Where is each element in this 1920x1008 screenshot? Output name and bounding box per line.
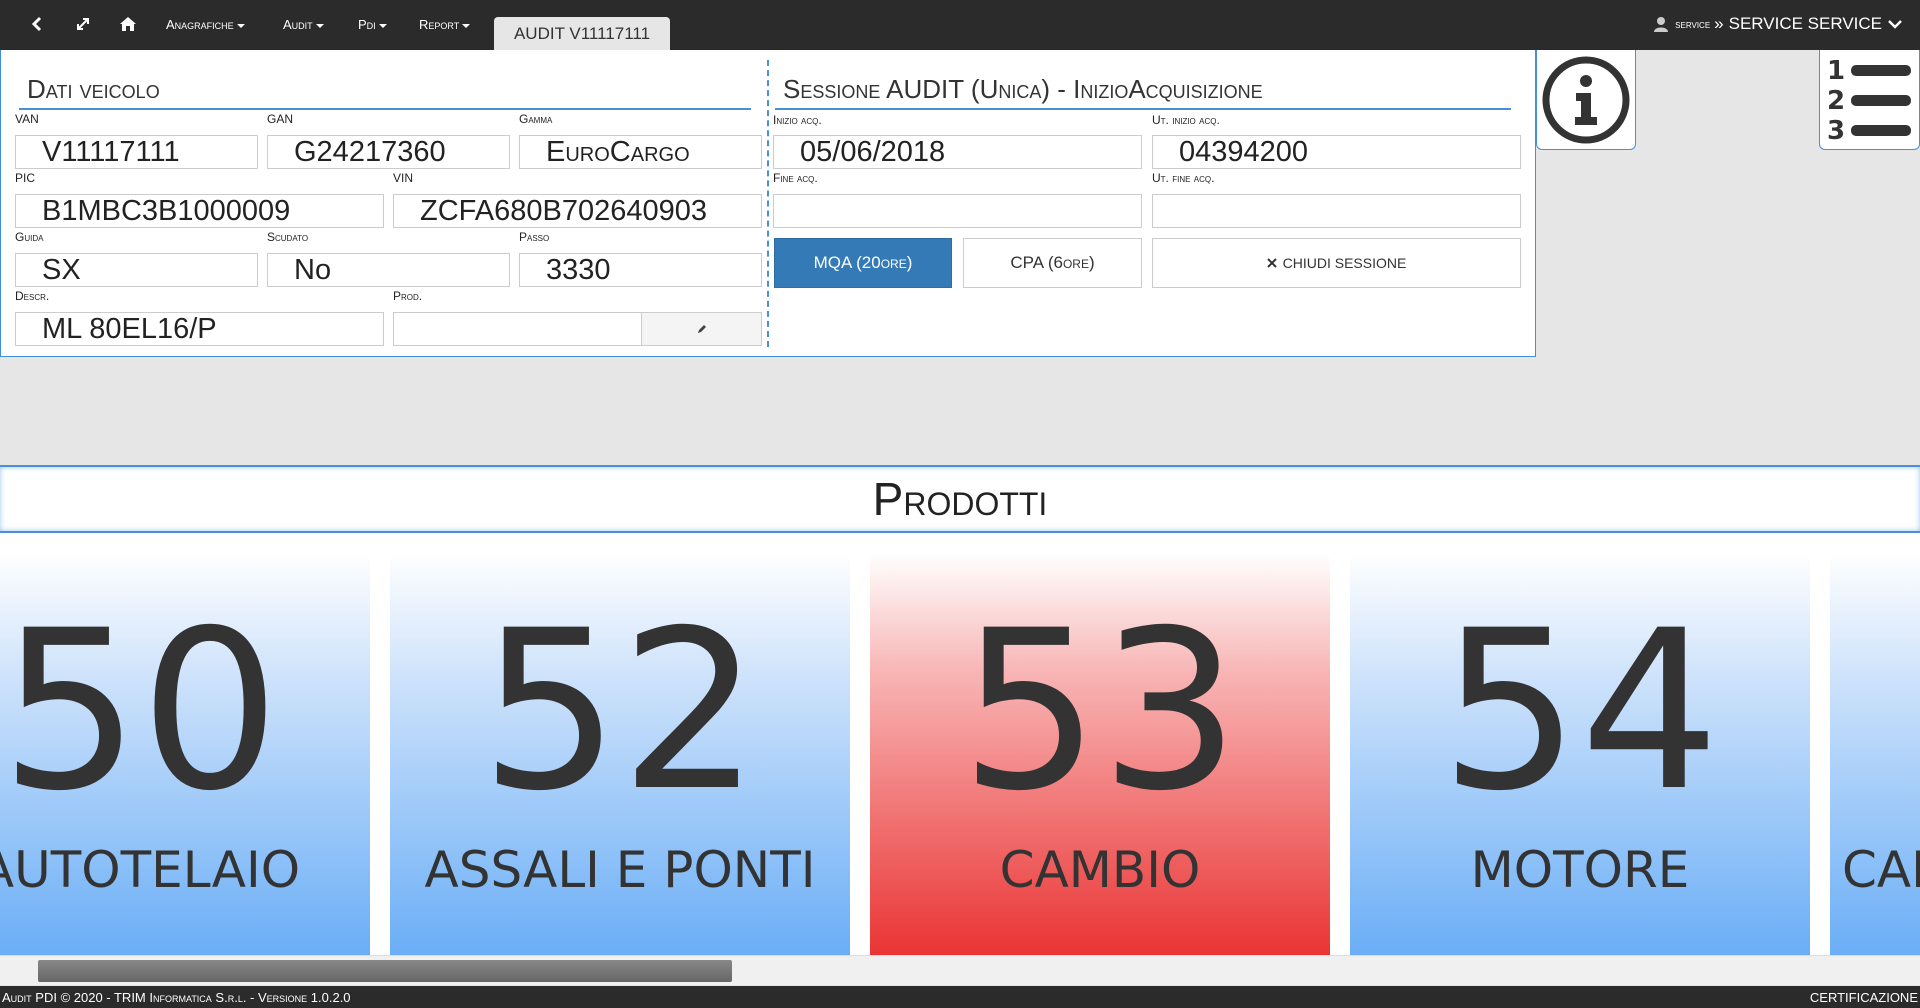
vehicle-session-panel: Dati veicolo VAN V11117111 GAN G24217360…	[0, 50, 1536, 357]
passo-field[interactable]: 3330	[519, 253, 762, 287]
horizontal-scrollbar[interactable]	[0, 955, 1920, 985]
gamma-label: Gamma	[519, 112, 553, 126]
caret-down-icon	[378, 23, 387, 28]
fine-label: Fine acq.	[773, 171, 818, 185]
product-card-53[interactable]: 53 CAMBIO	[870, 553, 1330, 955]
home-icon[interactable]	[117, 13, 139, 35]
scrollbar-thumb[interactable]	[38, 960, 732, 982]
mqa-button[interactable]: MQA (20 ore)	[774, 238, 952, 288]
svg-text:3: 3	[1827, 116, 1845, 145]
product-card-52[interactable]: 52 ASSALI E PONTI	[390, 553, 850, 955]
scudato-label: Scudato	[267, 230, 309, 244]
cpa-unit: ore)	[1062, 253, 1095, 272]
user-icon	[1654, 17, 1669, 32]
cpa-label: CPA (6	[1010, 253, 1063, 272]
numbered-list-button[interactable]: 1 2 3	[1819, 50, 1920, 150]
footer-certification: CERTIFICAZIONE	[1809, 989, 1918, 1005]
product-code: 54	[1440, 583, 1720, 839]
menu-report[interactable]: Report	[419, 17, 471, 32]
ut-fine-label: Ut. fine acq.	[1152, 171, 1215, 185]
mqa-unit: ore)	[880, 253, 913, 272]
product-card-54[interactable]: 54 MOTORE	[1350, 553, 1810, 955]
ut-fine-field[interactable]	[1152, 194, 1521, 228]
footer-copyright: Audit PDI © 2020 - TRIM Informatica S.r.…	[2, 989, 351, 1005]
gan-field[interactable]: G24217360	[267, 135, 510, 169]
passo-label: Passo	[519, 230, 550, 244]
back-icon[interactable]	[26, 13, 48, 35]
ut-inizio-field[interactable]: 04394200	[1152, 135, 1521, 169]
gamma-field[interactable]: EuroCargo	[519, 135, 762, 169]
mqa-label: MQA (20	[813, 253, 881, 272]
pencil-icon	[697, 325, 706, 333]
product-card-50[interactable]: 50 AUTOTELAIO	[0, 553, 370, 955]
ut-inizio-label: Ut. inizio acq.	[1152, 113, 1220, 127]
prod-field[interactable]	[393, 312, 642, 346]
menu-label: Pdi	[358, 17, 376, 32]
products-title: Prodotti	[0, 465, 1920, 533]
footer: Audit PDI © 2020 - TRIM Informatica S.r.…	[0, 986, 1920, 1008]
product-code: 50	[0, 583, 280, 839]
cpa-button[interactable]: CPA (6 ore)	[963, 238, 1142, 288]
guida-label: Guida	[15, 230, 44, 244]
inizio-field[interactable]: 05/06/2018	[773, 135, 1142, 169]
menu-label: Anagrafiche	[166, 17, 234, 32]
expand-icon[interactable]	[72, 13, 94, 35]
caret-down-icon	[236, 23, 245, 28]
close-session-button[interactable]: CHIUDI SESSIONE	[1152, 238, 1521, 288]
user-name: SERVICE SERVICE	[1728, 14, 1882, 33]
vehicle-section-title: Dati veicolo	[19, 74, 751, 110]
vin-field[interactable]: ZCFA680B702640903	[393, 194, 762, 228]
fine-field[interactable]	[773, 194, 1142, 228]
prod-label: Prod.	[393, 289, 423, 303]
inizio-label: Inizio acq.	[773, 113, 822, 127]
panel-divider	[767, 60, 769, 347]
product-name: MOTORE	[1470, 841, 1690, 899]
chevron-down-icon	[1888, 20, 1902, 29]
van-field[interactable]: V11117111	[15, 135, 258, 169]
menu-label: Report	[419, 17, 460, 32]
svg-text:2: 2	[1827, 86, 1845, 116]
tab-label: AUDIT V11117111	[513, 24, 651, 43]
van-label: VAN	[15, 112, 39, 126]
info-icon	[1542, 56, 1630, 143]
caret-down-icon	[315, 23, 324, 28]
menu-anagrafiche[interactable]: Anagrafiche	[166, 17, 245, 32]
vin-label: VIN	[393, 171, 414, 185]
menu-pdi[interactable]: Pdi	[358, 17, 387, 32]
info-button[interactable]	[1536, 50, 1636, 150]
top-navbar: Anagrafiche Audit Pdi Report AUDIT V1111…	[0, 0, 1920, 51]
tab-audit[interactable]: AUDIT V11117111	[494, 17, 670, 51]
gan-label: GAN	[267, 112, 294, 126]
descr-field[interactable]: ML 80EL16/P	[15, 312, 384, 346]
edit-prod-button[interactable]	[641, 312, 762, 346]
menu-audit[interactable]: Audit	[283, 17, 324, 32]
product-name: ASSALI E PONTI	[424, 841, 816, 899]
product-cards: 50 AUTOTELAIO 52 ASSALI E PONTI 53 CAMBI…	[0, 533, 1920, 955]
product-name: CAMBIO	[999, 841, 1201, 899]
scudato-field[interactable]: No	[267, 253, 510, 287]
svg-text:1: 1	[1827, 56, 1845, 86]
caret-down-icon	[462, 23, 471, 28]
guida-field[interactable]: SX	[15, 253, 258, 287]
user-menu[interactable]: service » SERVICE SERVICE	[1653, 14, 1902, 34]
product-card-cab[interactable]: CAB	[1830, 553, 1920, 955]
pic-field[interactable]: B1MBC3B1000009	[15, 194, 384, 228]
user-role: service	[1675, 17, 1711, 31]
pic-label: PIC	[15, 171, 36, 185]
descr-label: Descr.	[15, 289, 50, 303]
close-icon	[1266, 258, 1277, 268]
menu-label: Audit	[283, 17, 313, 32]
product-name: CAB	[1842, 841, 1920, 899]
product-code: 53	[960, 583, 1240, 839]
product-code: 52	[480, 583, 760, 839]
product-name: AUTOTELAIO	[0, 841, 301, 899]
numbered-list-icon: 1 2 3	[1827, 56, 1911, 145]
user-separator: »	[1714, 14, 1724, 33]
session-section-title: Sessione AUDIT (Unica) - InizioAcquisizi…	[775, 74, 1511, 110]
close-session-label: CHIUDI SESSIONE	[1282, 255, 1407, 271]
